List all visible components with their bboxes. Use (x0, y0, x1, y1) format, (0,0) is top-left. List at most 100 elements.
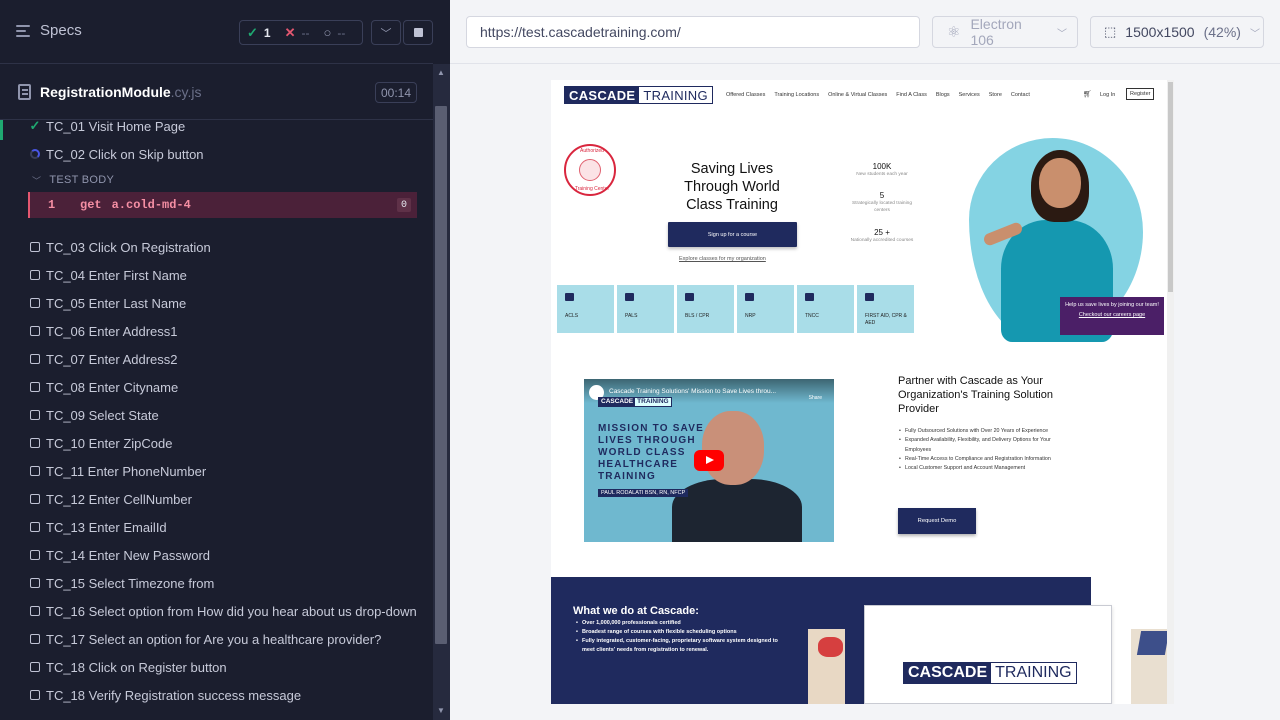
test-item[interactable]: TC_17 Select an option for Are you a hea… (0, 625, 433, 653)
test-item[interactable]: TC_13 Enter EmailId (0, 513, 433, 541)
command-number: 1 (48, 198, 56, 212)
passed-count: 1 (263, 25, 271, 40)
stat-item: 100K New students each year (856, 162, 908, 177)
collapse-button[interactable]: ﹀ (371, 20, 401, 45)
carousel-logo-card: CASCADE TRAINING (864, 605, 1112, 704)
test-item[interactable]: TC_04 Enter First Name (0, 261, 433, 289)
spec-file-name: RegistrationModule.cy.js (40, 84, 202, 100)
test-title: TC_03 Click On Registration (46, 239, 211, 255)
course-icon (625, 293, 634, 301)
login-link[interactable]: Log In (1100, 92, 1115, 98)
scroll-thumb[interactable] (1168, 82, 1173, 292)
url-bar[interactable]: https://test.cascadetraining.com/ (466, 16, 920, 48)
command-row[interactable]: 1 get a.cold-md-4 0 (28, 192, 417, 218)
nav-link[interactable]: Online & Virtual Classes (828, 92, 887, 98)
queued-icon (30, 410, 40, 420)
careers-banner[interactable]: Help us save lives by joining our team! … (1060, 297, 1164, 335)
stop-button[interactable] (403, 20, 433, 45)
nav-link[interactable]: Find A Class (896, 92, 927, 98)
test-item[interactable]: ✓ TC_01 Visit Home Page (0, 112, 433, 140)
course-icon (745, 293, 754, 301)
scroll-down-icon[interactable]: ▼ (437, 706, 445, 715)
video-player[interactable]: Cascade Training Solutions' Mission to S… (584, 379, 834, 542)
specs-label: Specs (40, 22, 82, 39)
test-item[interactable]: TC_14 Enter New Password (0, 541, 433, 569)
test-title: TC_18 Click on Register button (46, 659, 227, 675)
test-item[interactable]: TC_05 Enter Last Name (0, 289, 433, 317)
test-item[interactable]: TC_08 Enter Cityname (0, 373, 433, 401)
test-item[interactable]: TC_09 Select State (0, 401, 433, 429)
test-item[interactable]: TC_06 Enter Address1 (0, 317, 433, 345)
divider (450, 63, 1280, 64)
browser-select[interactable]: ⚛ Electron 106 ﹀ (932, 16, 1078, 48)
test-item[interactable]: TC_02 Click on Skip button (0, 140, 433, 168)
course-card[interactable]: BLS / CPR (677, 285, 734, 333)
video-caption: PAUL RODALATI BSN, RN, NFCP (598, 489, 689, 497)
test-item[interactable]: TC_16 Select option from How did you hea… (0, 597, 433, 625)
test-title: TC_18 Verify Registration success messag… (46, 687, 302, 703)
test-item[interactable]: TC_07 Enter Address2 (0, 345, 433, 373)
careers-link: Checkout our careers page (1078, 312, 1146, 318)
specs-button[interactable]: Specs (16, 22, 82, 39)
pending-count: -- (337, 25, 346, 40)
website-frame[interactable]: CASCADE TRAINING Offered Classes Training… (551, 80, 1174, 704)
explore-link[interactable]: Explore classes for my organization (679, 256, 766, 262)
course-card[interactable]: ACLS (557, 285, 614, 333)
nav-link[interactable]: Blogs (936, 92, 950, 98)
file-icon (18, 84, 31, 100)
queued-icon (30, 270, 40, 280)
course-card[interactable]: TNCC (797, 285, 854, 333)
chevron-down-icon: ﹀ (32, 175, 42, 186)
x-icon: ✕ (284, 24, 296, 40)
test-body-toggle[interactable]: ﹀ TEST BODY (0, 168, 433, 192)
heart-icon (685, 293, 694, 301)
nav-link[interactable]: Store (989, 92, 1002, 98)
viewport-select[interactable]: ⬚ 1500x1500 (42%) ﹀ (1090, 16, 1264, 48)
course-cards: ACLS PALS BLS / CPR NRP TNCC FIRST AID, … (557, 285, 914, 333)
site-logo[interactable]: CASCADE TRAINING (564, 86, 713, 104)
test-runner-panel: Specs ✓ 1 ✕ -- ○ -- ﹀ RegistrationModule.cy… (0, 0, 450, 720)
video-logo: CASCADE TRAINING (598, 397, 672, 407)
course-card[interactable]: FIRST AID, CPR & AED (857, 285, 914, 333)
test-item[interactable]: TC_10 Enter ZipCode (0, 429, 433, 457)
nav-link[interactable]: Offered Classes (726, 92, 765, 98)
share-button[interactable]: Share (809, 395, 822, 401)
request-demo-button[interactable]: Request Demo (898, 508, 976, 534)
test-item[interactable]: TC_11 Enter PhoneNumber (0, 457, 433, 485)
cart-icon[interactable]: 🛒︎ (1083, 90, 1092, 98)
register-button[interactable]: Register (1126, 88, 1155, 100)
test-title: TC_16 Select option from How did you hea… (46, 603, 417, 619)
heart-icon (579, 159, 601, 181)
course-card[interactable]: NRP (737, 285, 794, 333)
queued-icon (30, 354, 40, 364)
viewport-size: 1500x1500 (1125, 24, 1195, 40)
check-icon: ✓ (29, 118, 41, 133)
course-card[interactable]: PALS (617, 285, 674, 333)
queued-icon (30, 494, 40, 504)
test-item[interactable]: TC_18 Verify Registration success messag… (0, 681, 433, 709)
queued-icon (30, 662, 40, 672)
test-item[interactable]: TC_12 Enter CellNumber (0, 485, 433, 513)
chevron-down-icon: ﹀ (1249, 28, 1260, 40)
queued-icon (30, 634, 40, 644)
queued-icon (30, 382, 40, 392)
nav-link[interactable]: Services (959, 92, 980, 98)
scroll-thumb[interactable] (435, 106, 447, 644)
runner-scrollbar[interactable]: ▲ ▼ (433, 64, 450, 720)
queued-icon (30, 438, 40, 448)
test-item[interactable]: TC_18 Click on Register button (0, 653, 433, 681)
partner-bullets: Fully Outsourced Solutions with Over 20 … (899, 427, 1069, 474)
scroll-up-icon[interactable]: ▲ (437, 68, 445, 77)
nav-link[interactable]: Training Locations (774, 92, 819, 98)
test-title: TC_11 Enter PhoneNumber (46, 463, 207, 479)
course-icon (565, 293, 574, 301)
test-title: TC_14 Enter New Password (46, 547, 211, 563)
test-item[interactable]: TC_15 Select Timezone from (0, 569, 433, 597)
play-icon[interactable] (694, 450, 724, 471)
test-item[interactable]: TC_03 Click On Registration (0, 233, 433, 261)
command-name: get (80, 198, 102, 212)
signup-button[interactable]: Sign up for a course (668, 222, 797, 247)
nav-link[interactable]: Contact (1011, 92, 1030, 98)
queued-icon (30, 606, 40, 616)
site-scrollbar[interactable] (1167, 80, 1174, 704)
